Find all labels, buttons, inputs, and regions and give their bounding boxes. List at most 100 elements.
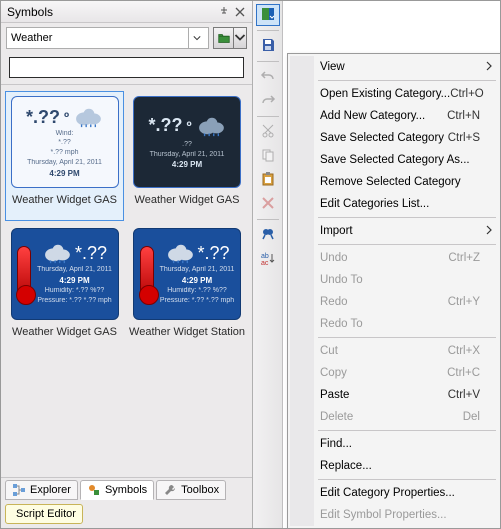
thermometer-icon — [140, 246, 154, 302]
tab-label: Toolbox — [181, 484, 219, 496]
symbol-gallery: *.?? º Wind:*.?? *.?? mph Thursday, Apri… — [1, 85, 252, 477]
temp-unit: º — [64, 109, 69, 125]
tab-explorer[interactable]: Explorer — [5, 480, 78, 500]
toolbar-replace-button[interactable]: abac — [256, 248, 280, 270]
category-combo-text: Weather — [11, 32, 188, 44]
menu-item-label: Undo To — [320, 274, 480, 286]
toolbar-separator — [257, 30, 279, 31]
thumb-date: Thursday, April 21, 2011 — [37, 266, 112, 274]
menu-item-find[interactable]: Find... — [290, 433, 498, 455]
thumb-date: Thursday, April 21, 2011 — [150, 151, 225, 159]
tool-window-tabstrip: ExplorerSymbols Toolbox — [1, 477, 252, 502]
menu-item-replace[interactable]: Replace... — [290, 455, 498, 477]
thumb-wind: Wind:*.?? — [56, 130, 74, 147]
tab-toolbox[interactable]: Toolbox — [156, 480, 226, 500]
redo-icon — [260, 92, 276, 111]
menu-separator — [318, 217, 496, 218]
toolbar-find-button[interactable] — [256, 224, 280, 246]
svg-text:ab: ab — [261, 253, 269, 260]
find-icon — [260, 226, 276, 245]
symbol-item[interactable]: *.?? º .?? Thursday, April 21, 2011 4:29… — [126, 91, 248, 221]
menu-separator — [318, 80, 496, 81]
toolbar-paste-button[interactable] — [256, 169, 280, 191]
symbol-caption: Weather Widget GAS — [8, 194, 121, 206]
category-actions-menu: View Open Existing Category...Ctrl+OAdd N… — [287, 53, 501, 529]
menu-item-shortcut: Ctrl+N — [447, 110, 480, 122]
menu-item-save-selected-category-as[interactable]: Save Selected Category As... — [290, 149, 498, 171]
menu-item-label: Copy — [320, 367, 447, 379]
save-icon — [260, 37, 276, 56]
category-combo[interactable]: Weather — [6, 27, 209, 49]
temp-value: *.?? — [148, 115, 182, 136]
menu-item-copy: CopyCtrl+C — [290, 362, 498, 384]
autohide-pin-button[interactable] — [216, 4, 232, 20]
vertical-toolbar: abac — [253, 1, 283, 528]
thumb-time: 4:29 PM — [49, 169, 79, 178]
menu-item-delete: DeleteDel — [290, 406, 498, 428]
menu-item-label: Save Selected Category As... — [320, 154, 480, 166]
secondary-tabstrip: Script Editor — [1, 502, 252, 528]
symbol-search-input[interactable] — [9, 57, 244, 78]
menu-item-label: View — [320, 61, 480, 73]
menu-item-label: Find... — [320, 438, 480, 450]
folder-icon — [214, 28, 234, 48]
tab-symbols[interactable]: Symbols — [80, 480, 154, 500]
symbol-caption: Weather Widget GAS — [8, 326, 121, 338]
menu-item-label: Save Selected Category — [320, 132, 448, 144]
menu-item-remove-selected-category[interactable]: Remove Selected Category — [290, 171, 498, 193]
menu-separator — [318, 479, 496, 480]
symbol-thumbnail: *.?? Thursday, April 21, 2011 4:29 PM Hu… — [133, 228, 241, 320]
symbol-item[interactable]: *.?? º Wind:*.?? *.?? mph Thursday, Apri… — [5, 91, 124, 221]
menu-item-label: Edit Category Properties... — [320, 487, 480, 499]
close-panel-button[interactable] — [232, 4, 248, 20]
delete-icon — [260, 195, 276, 214]
menu-item-import[interactable]: Import — [290, 220, 498, 242]
pin-icon — [219, 7, 229, 17]
temp-unit: º — [186, 118, 191, 134]
symbol-item[interactable]: *.?? Thursday, April 21, 2011 4:29 PM Hu… — [126, 223, 248, 353]
menu-item-label: Delete — [320, 411, 463, 423]
menu-item-edit-symbol-properties: Edit Symbol Properties... — [290, 504, 498, 526]
menu-item-open-existing-category[interactable]: Open Existing Category...Ctrl+O — [290, 83, 498, 105]
menu-item-view[interactable]: View — [290, 56, 498, 78]
menu-item-undo: UndoCtrl+Z — [290, 247, 498, 269]
menu-item-label: Open Existing Category... — [320, 88, 450, 100]
thermometer-icon — [17, 246, 31, 302]
menu-item-label: Redo To — [320, 318, 480, 330]
toolbar-separator — [257, 219, 279, 220]
symbol-caption: Weather Widget Station — [129, 326, 245, 338]
chevron-right-icon — [486, 225, 492, 238]
menu-item-label: Replace... — [320, 460, 480, 472]
thumb-time: 4:29 PM — [37, 276, 112, 285]
menu-item-shortcut: Del — [463, 411, 480, 423]
toolbar-save-button[interactable] — [256, 35, 280, 57]
wrench-icon — [163, 483, 177, 497]
tab-label: Script Editor — [16, 508, 76, 520]
thumb-mph: *.?? mph — [51, 149, 79, 157]
tab-script-editor[interactable]: Script Editor — [5, 504, 83, 524]
thumb-humidity: Humidity: *.?? %?? — [37, 287, 112, 295]
toolbar-action-dropdown-button[interactable] — [256, 4, 280, 26]
symbols-panel: Symbols Weather — [1, 1, 253, 528]
symbol-thumbnail: *.?? º .?? Thursday, April 21, 2011 4:29… — [133, 96, 241, 188]
chevron-down-icon — [234, 28, 246, 48]
symbol-thumbnail: *.?? º Wind:*.?? *.?? mph Thursday, Apri… — [11, 96, 119, 188]
close-icon — [235, 7, 245, 17]
copy-icon — [260, 147, 276, 166]
tree-icon — [12, 483, 26, 497]
symbol-item[interactable]: *.?? Thursday, April 21, 2011 4:29 PM Hu… — [5, 223, 124, 353]
category-actions-splitbutton[interactable] — [213, 27, 247, 49]
thumb-pressure: Pressure: *.?? *.?? mph — [37, 297, 112, 305]
category-selector-row: Weather — [1, 23, 252, 53]
menu-item-edit-category-properties[interactable]: Edit Category Properties... — [290, 482, 498, 504]
menu-item-shortcut: Ctrl+V — [448, 389, 480, 401]
menu-item-undo-to: Undo To — [290, 269, 498, 291]
menu-item-save-selected-category[interactable]: Save Selected CategoryCtrl+S — [290, 127, 498, 149]
menu-item-shortcut: Ctrl+S — [448, 132, 480, 144]
menu-item-label: Redo — [320, 296, 448, 308]
menu-item-paste[interactable]: PasteCtrl+V — [290, 384, 498, 406]
menu-item-add-new-category[interactable]: Add New Category...Ctrl+N — [290, 105, 498, 127]
menu-item-edit-categories-list[interactable]: Edit Categories List... — [290, 193, 498, 215]
thumb-humidity: Humidity: *.?? %?? — [160, 287, 235, 295]
menu-item-shortcut: Ctrl+Z — [448, 252, 480, 264]
